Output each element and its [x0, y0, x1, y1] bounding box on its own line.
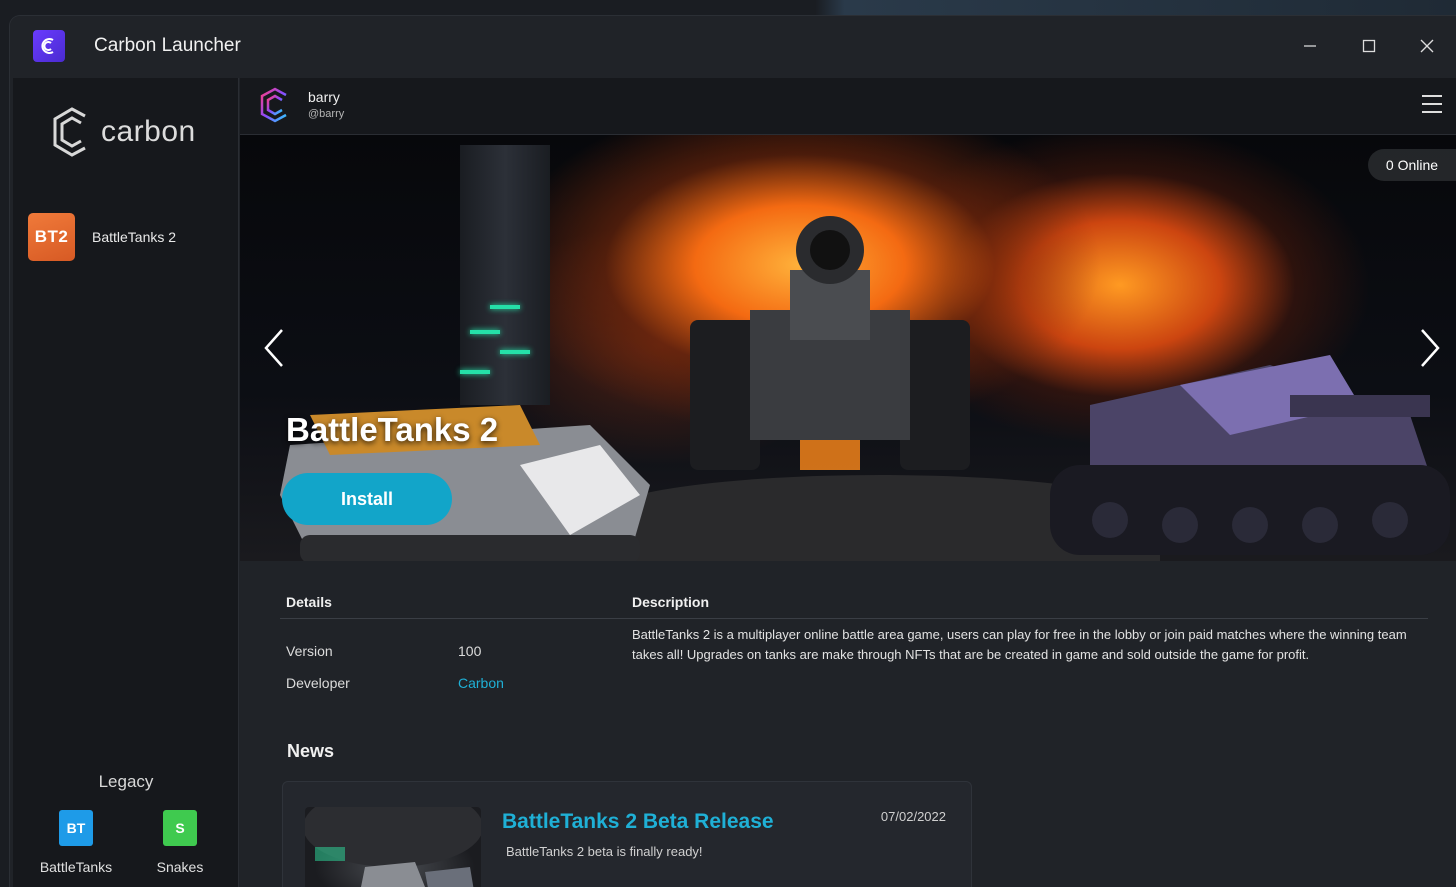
news-date: 07/02/2022 [880, 809, 946, 824]
carbon-logo: carbon [51, 106, 196, 158]
hamburger-menu-icon[interactable] [1420, 92, 1444, 116]
user-avatar-icon[interactable] [258, 86, 292, 124]
chevron-right-icon[interactable] [1418, 327, 1442, 369]
title-bar: Carbon Launcher [10, 16, 1456, 78]
online-count-badge: 0 Online [1368, 149, 1456, 181]
close-button[interactable] [1407, 30, 1447, 62]
chevron-left-icon[interactable] [262, 327, 286, 369]
carbon-app-icon [33, 30, 65, 62]
minimize-button[interactable] [1290, 30, 1330, 62]
legacy-app-battletanks[interactable]: BT BattleTanks [36, 810, 116, 875]
developer-label: Developer [286, 675, 350, 691]
legacy-app-label: Snakes [156, 859, 204, 875]
logo-text: carbon [101, 115, 196, 148]
developer-link[interactable]: Carbon [458, 675, 504, 691]
launcher-window: Carbon Launcher carbon BT2 BattleTanks 2… [10, 16, 1456, 887]
version-value: 100 [458, 643, 482, 659]
sidebar-item-label: BattleTanks 2 [92, 229, 177, 245]
game-hero-carousel: 0 Online BattleTanks 2 Install [240, 135, 1456, 561]
legacy-app-snakes[interactable]: S Snakes [140, 810, 220, 875]
carbon-logo-icon [53, 107, 86, 157]
hero-art-tower [460, 145, 550, 405]
description-text: BattleTanks 2 is a multiplayer online ba… [632, 627, 1407, 662]
hero-art-tank-center [690, 216, 970, 470]
news-summary: BattleTanks 2 beta is finally ready! [506, 844, 703, 859]
snakes-tile: S [163, 810, 197, 846]
description-heading: Description [632, 594, 710, 610]
sidebar: carbon BT2 BattleTanks 2 Legacy BT Battl… [13, 78, 239, 887]
maximize-button[interactable] [1349, 30, 1389, 62]
version-label: Version [286, 643, 333, 659]
user-bar: barry @barry [240, 78, 1456, 135]
sidebar-item-battletanks-2[interactable]: BT2 BattleTanks 2 [28, 213, 176, 261]
window-title: Carbon Launcher [94, 35, 241, 56]
username: barry [308, 89, 340, 105]
legacy-app-label: BattleTanks [39, 859, 113, 875]
news-card[interactable]: BattleTanks 2 Beta Release BattleTanks 2… [282, 781, 972, 887]
details-heading: Details [286, 594, 332, 610]
news-heading: News [287, 741, 335, 761]
install-button[interactable]: Install [282, 473, 452, 525]
hero-game-title: BattleTanks 2 [286, 411, 499, 448]
news-thumbnail [305, 807, 481, 887]
battletanks-tile: BT [59, 810, 93, 846]
details-divider [280, 618, 1428, 619]
news-headline[interactable]: BattleTanks 2 Beta Release [502, 810, 774, 834]
game-details-section: Details Description Version 100 Develope… [240, 561, 1456, 887]
hero-art-tank-right [1050, 355, 1450, 555]
legacy-heading: Legacy [98, 772, 154, 791]
battletanks-2-tile: BT2 [28, 213, 75, 261]
user-handle: @barry [308, 108, 345, 120]
